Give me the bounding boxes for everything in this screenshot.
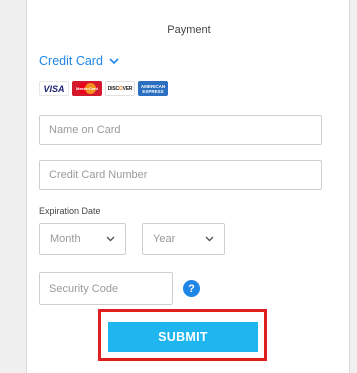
expiration-date-label: Expiration Date xyxy=(39,206,101,216)
page-title: Payment xyxy=(167,24,211,36)
payment-method-dropdown[interactable]: Credit Card xyxy=(39,54,119,68)
chevron-down-icon xyxy=(106,233,115,245)
amex-icon: AMERICAN EXPRESS xyxy=(138,81,168,96)
name-on-card-input[interactable] xyxy=(39,115,322,145)
accepted-cards: VISA MasterCard DISC O VER AMERICAN EXPRES… xyxy=(39,81,168,96)
payment-method-label: Credit Card xyxy=(39,54,103,68)
chevron-down-icon xyxy=(109,57,119,65)
chevron-down-icon xyxy=(205,233,214,245)
discover-icon: DISC O VER xyxy=(105,81,135,96)
year-select[interactable]: Year xyxy=(142,223,225,255)
year-value: Year xyxy=(153,233,176,245)
month-value: Month xyxy=(50,233,81,245)
card-number-input[interactable] xyxy=(39,160,322,190)
visa-icon: VISA xyxy=(39,81,69,96)
payment-panel: Payment Credit Card VISA MasterCard DISC… xyxy=(26,0,350,373)
month-select[interactable]: Month xyxy=(39,223,126,255)
security-code-input[interactable] xyxy=(39,272,173,305)
help-icon[interactable]: ? xyxy=(183,280,200,297)
submit-button[interactable]: SUBMIT xyxy=(108,322,258,352)
mastercard-icon: MasterCard xyxy=(72,81,102,96)
